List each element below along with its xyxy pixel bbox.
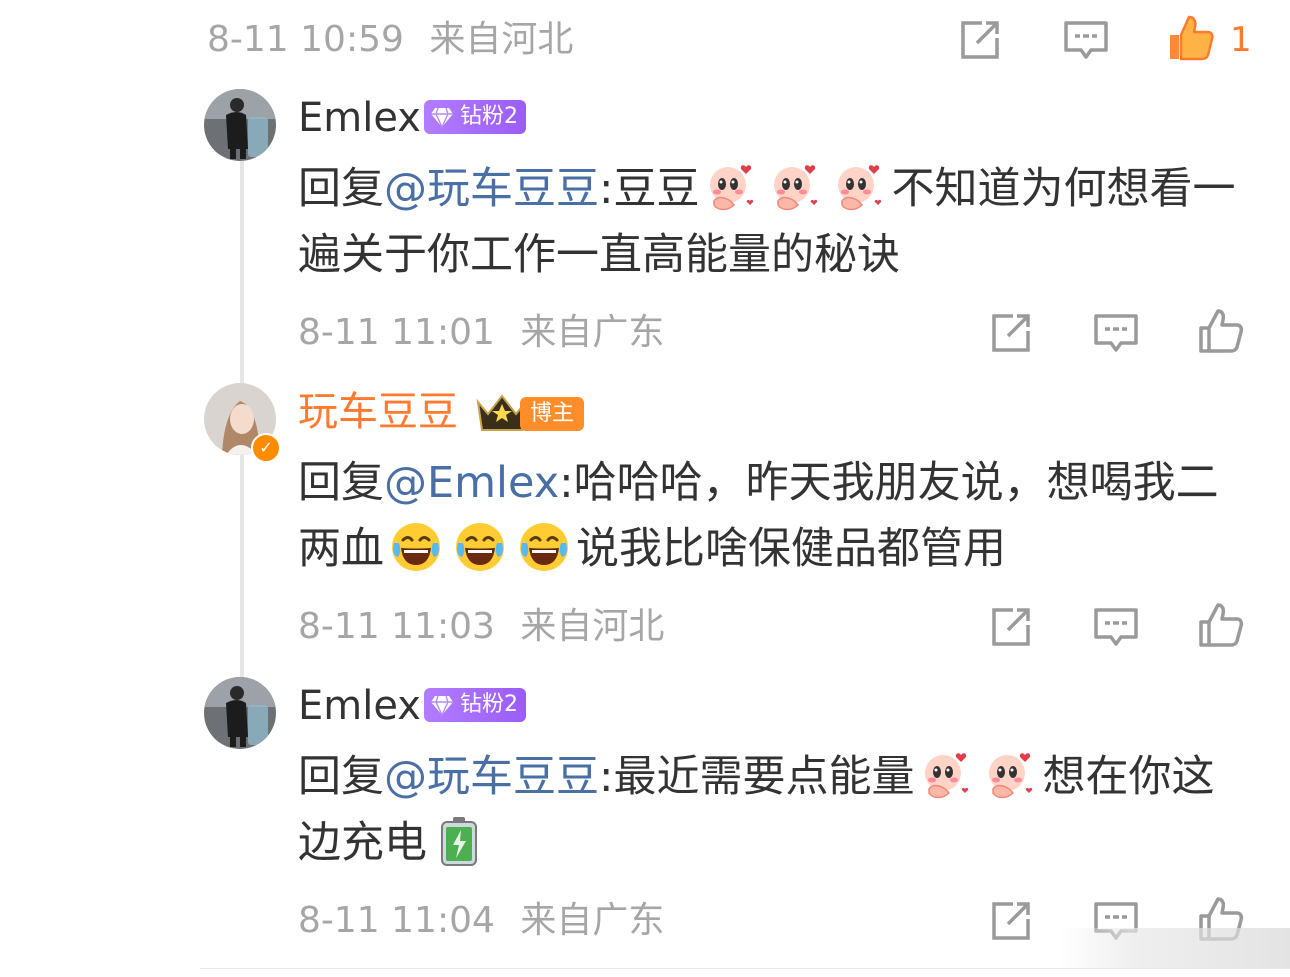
- reply-meta: 8-11 11:01 来自广东: [298, 313, 664, 353]
- mention-link[interactable]: @玩车豆豆: [384, 752, 599, 802]
- blush-emoji: [985, 749, 1037, 801]
- fan-badge-label: 钻粉2: [460, 692, 518, 717]
- comment-location: 来自河北: [520, 606, 665, 647]
- comment-icon[interactable]: [1061, 15, 1111, 65]
- reply-meta: 8-11 11:04 来自广东: [298, 901, 664, 941]
- share-icon[interactable]: [955, 15, 1005, 65]
- blush-emoji: [706, 161, 758, 213]
- comment-time: 8-11 10:59: [207, 19, 404, 60]
- top-comment-meta: 8-11 10:59 来自河北: [207, 20, 573, 60]
- liked-icon[interactable]: [1165, 13, 1215, 63]
- reply-prefix: 回复: [298, 164, 384, 214]
- author-badge: 博主: [520, 397, 585, 431]
- comment-location: 来自广东: [520, 312, 665, 353]
- like-count: 1: [1230, 20, 1252, 60]
- reply-body-start: :最近需要点能量: [599, 752, 915, 802]
- reply-body-end: 说我比啥保健品都管用: [576, 524, 1006, 574]
- reply-body-start: :豆豆: [599, 164, 700, 214]
- mention-link[interactable]: @Emlex: [384, 458, 559, 508]
- laugh-cry-emoji: [518, 521, 570, 573]
- comment-time: 8-11 11:01: [298, 312, 495, 353]
- laugh-cry-emoji: [390, 521, 442, 573]
- fan-badge-label: 钻粉2: [460, 104, 518, 129]
- mention-link[interactable]: @玩车豆豆: [384, 164, 599, 214]
- verified-icon: ✓: [251, 433, 281, 463]
- share-icon[interactable]: [986, 308, 1036, 358]
- avatar[interactable]: [204, 89, 276, 161]
- reply-meta: 8-11 11:03 来自河北: [298, 607, 664, 647]
- reply-prefix: 回复: [298, 752, 384, 802]
- fan-badge: 钻粉2: [424, 688, 526, 722]
- avatar[interactable]: [204, 677, 276, 749]
- comment-location: 来自河北: [429, 19, 574, 60]
- blush-emoji: [834, 161, 886, 213]
- username[interactable]: Emlex: [298, 682, 421, 730]
- comment-icon[interactable]: [1091, 308, 1141, 358]
- username[interactable]: Emlex: [298, 94, 421, 142]
- blush-emoji: [921, 749, 973, 801]
- reply-text: 回复@Emlex:哈哈哈，昨天我朋友说，想喝我二两血 说我比啥保健品都管用: [298, 450, 1248, 582]
- diamond-icon: [430, 694, 454, 716]
- laugh-cry-emoji: [454, 521, 506, 573]
- battery-emoji: [433, 815, 485, 867]
- comment-location: 来自广东: [520, 900, 665, 941]
- like-icon[interactable]: [1195, 600, 1245, 650]
- comment-time: 8-11 11:04: [298, 900, 495, 941]
- fan-badge: 钻粉2: [424, 100, 526, 134]
- watermark: [1060, 928, 1290, 968]
- blush-emoji: [770, 161, 822, 213]
- reply-text: 回复@玩车豆豆:豆豆 不知道为何想看一遍关于你工作一直高能量的秘诀: [298, 156, 1248, 288]
- comment-icon[interactable]: [1091, 602, 1141, 652]
- share-icon[interactable]: [986, 602, 1036, 652]
- divider: [200, 968, 1290, 969]
- reply-text: 回复@玩车豆豆:最近需要点能量 想在你这边充电: [298, 744, 1228, 876]
- diamond-icon: [430, 106, 454, 128]
- comment-time: 8-11 11:03: [298, 606, 495, 647]
- like-icon[interactable]: [1195, 306, 1245, 356]
- share-icon[interactable]: [986, 896, 1036, 946]
- username[interactable]: 玩车豆豆: [298, 388, 458, 436]
- reply-prefix: 回复: [298, 458, 384, 508]
